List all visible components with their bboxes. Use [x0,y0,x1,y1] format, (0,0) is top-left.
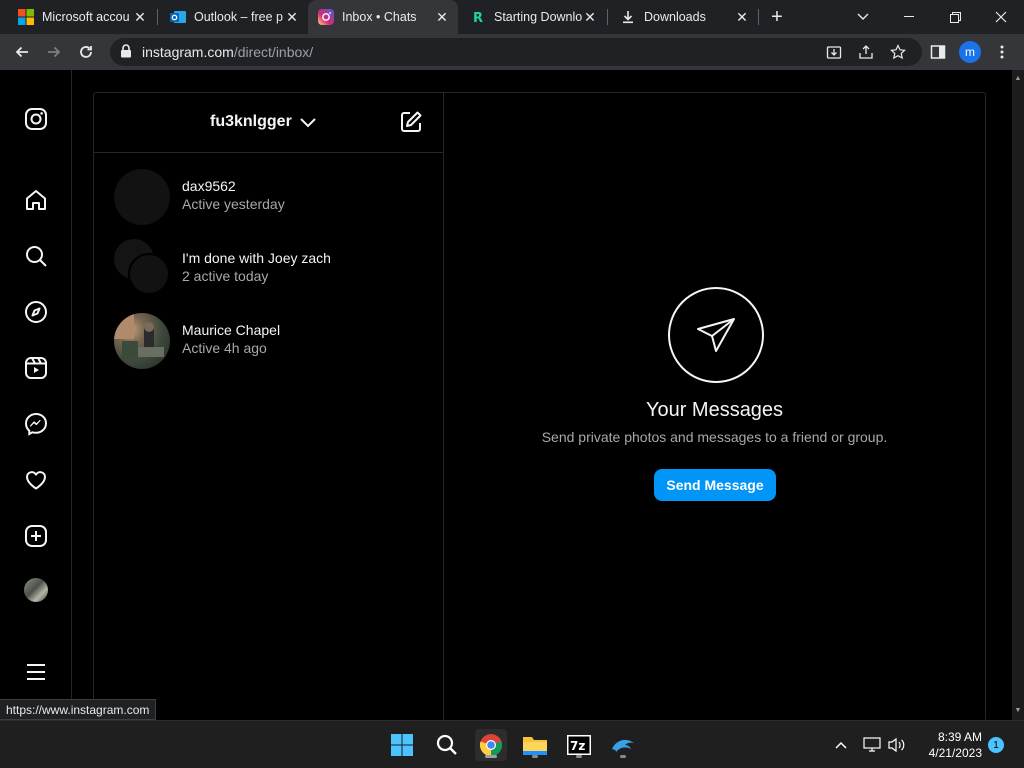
conversation-status: 2 active today [182,268,269,284]
close-tab-icon[interactable]: ✕ [132,9,148,25]
url-host: instagram.com [142,44,234,60]
avatar [114,169,170,225]
tab-microsoft-account[interactable]: Microsoft accou ✕ [8,0,156,34]
browser-toolbar: instagram.com/direct/inbox/ m [0,34,1024,70]
send-message-button[interactable]: Send Message [654,469,776,501]
windows-start-icon[interactable] [386,729,418,761]
close-tab-icon[interactable]: ✕ [734,9,750,25]
close-tab-icon[interactable]: ✕ [582,9,598,25]
microsoft-logo-icon [18,9,34,25]
restore-button[interactable] [932,0,978,34]
download-icon [620,9,636,25]
notification-count-badge[interactable]: 1 [988,737,1004,753]
r-logo-icon: R [470,9,486,25]
svg-text:7z: 7z [570,739,585,753]
system-clock[interactable]: 8:39 AM 4/21/2023 [916,729,982,761]
avatar [114,313,170,369]
home-icon[interactable] [22,186,50,214]
outlook-logo-icon [170,9,186,25]
account-username[interactable]: fu3knlgger [210,113,292,131]
chrome-app-icon[interactable] [475,729,507,761]
network-icon[interactable] [862,729,882,761]
tab-outlook[interactable]: Outlook – free p ✕ [160,0,308,34]
conversation-name: dax9562 [182,178,236,194]
scroll-down-icon[interactable]: ▼ [1014,706,1022,714]
profile-avatar-button[interactable]: m [959,41,981,63]
tab-title: Starting Downlo [494,10,582,24]
reload-button[interactable] [74,40,98,64]
tab-search-chevron-icon[interactable] [840,0,886,34]
empty-state-title: Your Messages [645,399,784,421]
tab-title: Outlook – free p [194,10,283,24]
kebab-menu-icon[interactable] [990,40,1014,64]
profile-avatar[interactable] [24,578,48,602]
messenger-icon[interactable] [22,410,50,438]
conversation-name: Maurice Chapel [182,322,281,338]
volume-icon[interactable] [886,729,908,761]
forward-button[interactable] [42,40,66,64]
tab-downloads[interactable]: Downloads ✕ [610,0,758,34]
conversation-item[interactable]: I'm done with Joey zach 2 active today [94,233,443,305]
address-bar[interactable]: instagram.com/direct/inbox/ [110,38,922,66]
instagram-page: fu3knlgger dax9562 Active yesterday I'm … [0,70,1012,720]
close-tab-icon[interactable]: ✕ [284,9,300,25]
conversation-list: fu3knlgger dax9562 Active yesterday I'm … [94,93,444,720]
new-message-compose-icon[interactable] [398,109,424,135]
messages-empty-state: Your Messages Send private photos and me… [444,93,985,720]
direct-messages-panel: fu3knlgger dax9562 Active yesterday I'm … [93,92,986,720]
heart-icon[interactable] [22,466,50,494]
close-tab-icon[interactable]: ✕ [434,9,450,25]
group-avatar-front [128,253,170,295]
instagram-logo-icon [318,9,334,25]
clock-date: 4/21/2023 [928,746,982,760]
minimize-button[interactable] [886,0,932,34]
conversation-item[interactable]: dax9562 Active yesterday [94,161,443,233]
chevron-down-icon[interactable] [298,113,318,133]
conversation-status: Active yesterday [182,196,285,212]
conversation-item[interactable]: Maurice Chapel Active 4h ago [94,305,443,377]
bookmark-star-icon[interactable] [886,40,910,64]
close-window-button[interactable] [978,0,1024,34]
browser-tab-strip: Microsoft accou ✕ Outlook – free p ✕ Inb… [0,0,1024,34]
share-icon[interactable] [854,40,878,64]
dolphin-emulator-icon[interactable] [607,729,639,761]
instagram-logo-icon[interactable] [22,105,50,133]
install-app-icon[interactable] [822,40,846,64]
conversation-status: Active 4h ago [182,340,267,356]
reels-icon[interactable] [22,354,50,382]
side-panel-icon[interactable] [926,40,950,64]
clock-time: 8:39 AM [937,730,982,744]
show-hidden-icons-chevron[interactable] [832,729,850,761]
file-explorer-icon[interactable] [519,729,551,761]
scroll-up-icon[interactable]: ▲ [1014,74,1022,82]
instagram-sidebar [0,70,72,720]
hamburger-menu-icon[interactable] [22,658,50,686]
tab-title: Downloads [644,10,706,24]
explore-compass-icon[interactable] [22,298,50,326]
taskbar-search-icon[interactable] [431,729,463,761]
empty-state-subtitle: Send private photos and messages to a fr… [541,429,888,445]
paper-plane-icon [668,287,764,383]
page-scrollbar[interactable]: ▲ ▼ [1012,70,1024,720]
inbox-header: fu3knlgger [94,93,443,153]
windows-taskbar: 7z 8:39 AM 4/21/2023 1 [0,720,1024,768]
new-tab-button[interactable]: + [766,6,788,28]
url-path: /direct/inbox/ [233,44,314,60]
tab-title: Microsoft accou [42,10,130,24]
7zip-app-icon[interactable]: 7z [563,729,595,761]
search-icon[interactable] [22,242,50,270]
link-status-url: https://www.instagram.com [0,699,157,720]
svg-text:R: R [473,11,483,25]
back-button[interactable] [10,40,34,64]
tab-starting-download[interactable]: R Starting Downlo ✕ [460,0,606,34]
lock-icon[interactable] [120,43,132,61]
tab-title: Inbox • Chats [342,10,417,24]
create-plus-icon[interactable] [22,522,50,550]
tab-instagram-inbox[interactable]: Inbox • Chats ✕ [308,0,458,34]
conversation-name: I'm done with Joey zach [182,250,331,266]
